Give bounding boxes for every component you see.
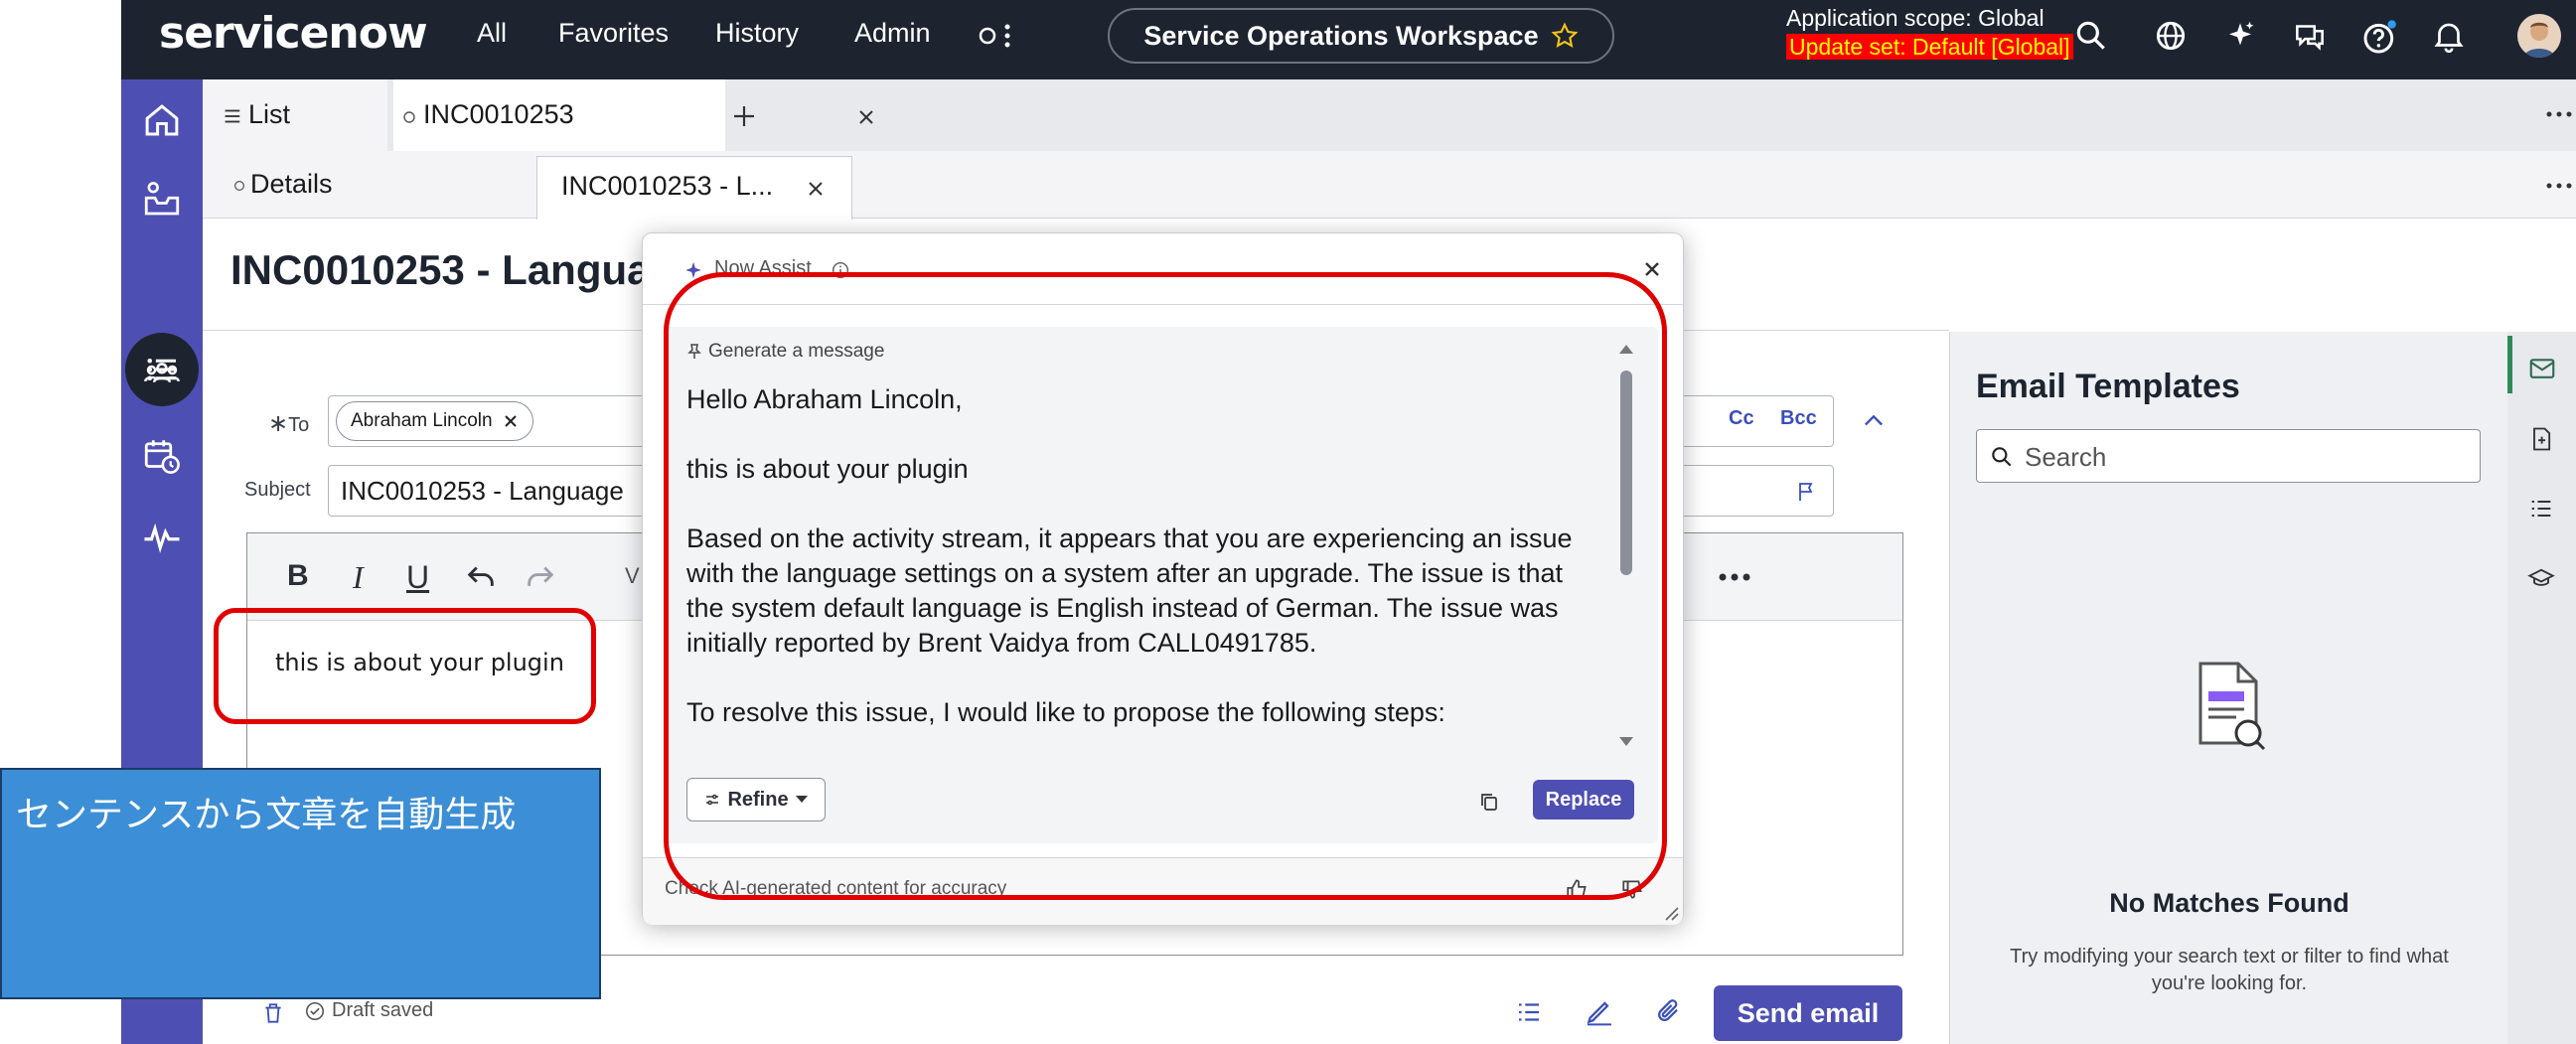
list-view-icon[interactable] — [2527, 495, 2555, 522]
required-marker: ∗ — [268, 410, 289, 437]
right-sidebar-strip — [2507, 332, 2576, 1044]
nav-admin[interactable]: Admin — [854, 18, 931, 49]
cc-button[interactable]: Cc — [1729, 407, 1754, 430]
search-icon — [1992, 447, 2012, 467]
undo-icon[interactable] — [464, 559, 498, 593]
empty-document-icon — [2198, 662, 2266, 751]
workspace-tab-bar: List INC0010253 — [203, 79, 2576, 151]
close-icon[interactable] — [1640, 257, 1664, 281]
tab-overflow-icon[interactable] — [2545, 181, 2573, 191]
graduation-cap-icon[interactable] — [2527, 564, 2555, 592]
nav-all[interactable]: All — [477, 18, 507, 49]
collapse-header-icon[interactable] — [1860, 407, 1888, 435]
italic-button[interactable]: I — [353, 559, 364, 596]
tab-overflow-icon[interactable] — [2545, 109, 2573, 119]
bold-button[interactable]: B — [287, 559, 309, 593]
resize-handle-icon[interactable] — [1660, 902, 1680, 922]
update-set-badge: Update set: Default [Global] — [1786, 34, 2073, 60]
tab-incident[interactable]: INC0010253 — [393, 79, 873, 151]
star-icon[interactable] — [1551, 22, 1579, 50]
calendar-clock-icon[interactable] — [141, 435, 183, 477]
servicenow-logo[interactable]: servicenow — [159, 8, 428, 59]
templates-title: Email Templates — [1976, 368, 2240, 405]
top-navigation-bar: servicenow All Favorites History Admin S… — [121, 0, 2576, 79]
workspace-name: Service Operations Workspace — [1143, 20, 1539, 51]
highlight-box-generated — [664, 272, 1667, 900]
recipient-chip[interactable]: Abraham Lincoln — [336, 401, 533, 441]
page-title: INC0010253 - Languag — [230, 246, 677, 293]
close-tab-icon[interactable] — [856, 107, 876, 127]
flag-icon[interactable] — [1795, 480, 1819, 504]
bcc-button[interactable]: Bcc — [1780, 407, 1817, 430]
highlight-box-input — [214, 608, 596, 724]
tab-details-label: Details — [250, 169, 333, 199]
trash-icon[interactable] — [260, 999, 286, 1027]
empty-state-title: No Matches Found — [2109, 888, 2349, 918]
send-email-button[interactable]: Send email — [1714, 985, 1902, 1041]
annotation-callout: センテンスから文章を自動生成 — [0, 768, 601, 999]
recipient-name: Abraham Lincoln — [351, 410, 493, 431]
active-indicator — [2507, 336, 2512, 393]
bell-icon[interactable] — [2430, 17, 2468, 55]
chat-icon[interactable] — [2291, 17, 2329, 55]
avatar[interactable] — [2517, 14, 2561, 58]
toolbar-more-formats[interactable]: V — [625, 563, 640, 589]
scope-text: Application scope: Global — [1786, 5, 2045, 31]
add-tab-icon[interactable] — [729, 101, 759, 131]
home-icon[interactable] — [141, 99, 183, 141]
tab-email-draft[interactable]: INC0010253 - L... — [536, 156, 852, 220]
add-document-icon[interactable] — [2527, 425, 2555, 453]
globe-icon[interactable] — [2152, 17, 2190, 55]
underline-button[interactable]: U — [406, 559, 429, 596]
empty-state-hint: Try modifying your search text or filter… — [2010, 946, 2449, 994]
draft-status: Draft saved — [304, 999, 433, 1022]
close-tab-icon[interactable] — [806, 179, 826, 199]
email-templates-panel: Email Templates Search No Matches Found … — [1949, 332, 2507, 1044]
help-icon[interactable] — [2360, 17, 2398, 55]
tab-incident-label: INC0010253 — [423, 99, 574, 129]
signature-icon[interactable] — [1584, 995, 1615, 1027]
toolbar-overflow-icon[interactable] — [1718, 571, 1751, 583]
redo-icon[interactable] — [524, 559, 557, 593]
templates-search-input[interactable]: Search — [1976, 429, 2481, 483]
tab-email-draft-label: INC0010253 - L... — [561, 171, 774, 201]
sparkle-icon[interactable] — [2221, 17, 2259, 55]
attachment-icon[interactable] — [1653, 995, 1685, 1027]
check-circle-icon — [305, 1001, 325, 1020]
pulse-icon[interactable] — [141, 517, 183, 558]
application-scope[interactable]: Application scope: Global Update set: De… — [1786, 4, 2073, 62]
subject-label: Subject — [244, 479, 311, 501]
email-template-icon[interactable] — [2527, 354, 2557, 383]
checklist-icon[interactable] — [1514, 997, 1544, 1027]
list-icon — [225, 109, 240, 123]
search-icon[interactable] — [2072, 17, 2110, 55]
remove-recipient-icon[interactable] — [503, 413, 519, 429]
more-menu-icon[interactable] — [978, 20, 1017, 52]
inbox-icon[interactable] — [141, 179, 183, 221]
nav-favorites[interactable]: Favorites — [558, 18, 669, 49]
workspace-selector[interactable]: Service Operations Workspace — [1108, 8, 1614, 64]
record-tab-bar: Details INC0010253 - L... — [203, 151, 2576, 220]
annotation-text: センテンスから文章を自動生成 — [16, 794, 517, 834]
subject-value: INC0010253 - Language — [341, 476, 624, 506]
people-icon[interactable] — [141, 353, 183, 394]
templates-search-placeholder: Search — [2025, 442, 2107, 472]
tab-list-label: List — [248, 99, 291, 129]
status-dot-icon — [403, 111, 415, 123]
nav-history[interactable]: History — [715, 18, 799, 49]
status-dot-icon — [234, 181, 244, 191]
tab-list[interactable]: List — [203, 79, 387, 151]
to-label: ∗To — [268, 410, 310, 437]
